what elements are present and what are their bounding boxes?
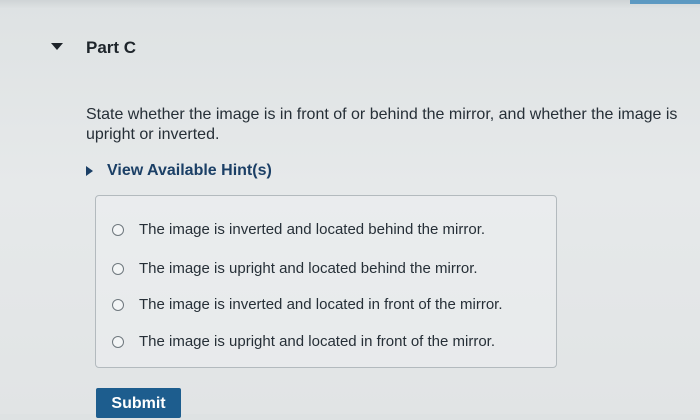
answer-option-label: The image is upright and located behind …: [139, 260, 478, 277]
answer-options-box: The image is inverted and located behind…: [95, 195, 557, 368]
answer-option-2[interactable]: The image is upright and located behind …: [112, 260, 478, 277]
expand-arrow-icon: [86, 166, 93, 176]
question-text: State whether the image is in front of o…: [86, 106, 678, 143]
collapse-arrow-icon[interactable]: [51, 43, 63, 50]
view-hints-toggle[interactable]: View Available Hint(s): [86, 162, 272, 180]
radio-button-icon[interactable]: [112, 298, 124, 311]
radio-button-icon[interactable]: [112, 262, 124, 275]
answer-option-label: The image is upright and located in fron…: [139, 333, 496, 350]
answer-option-label: The image is inverted and located in fro…: [139, 296, 503, 313]
answer-option-label: The image is inverted and located behind…: [139, 221, 486, 238]
answer-option-1[interactable]: The image is inverted and located behind…: [112, 221, 485, 238]
top-accent-bar: [630, 0, 700, 4]
part-title: Part C: [86, 38, 137, 57]
answer-option-4[interactable]: The image is upright and located in fron…: [112, 333, 495, 350]
top-strip: [0, 0, 700, 8]
answer-option-3[interactable]: The image is inverted and located in fro…: [112, 296, 503, 313]
radio-button-icon[interactable]: [112, 335, 124, 348]
radio-button-icon[interactable]: [112, 223, 124, 236]
view-hints-label: View Available Hint(s): [107, 162, 272, 179]
